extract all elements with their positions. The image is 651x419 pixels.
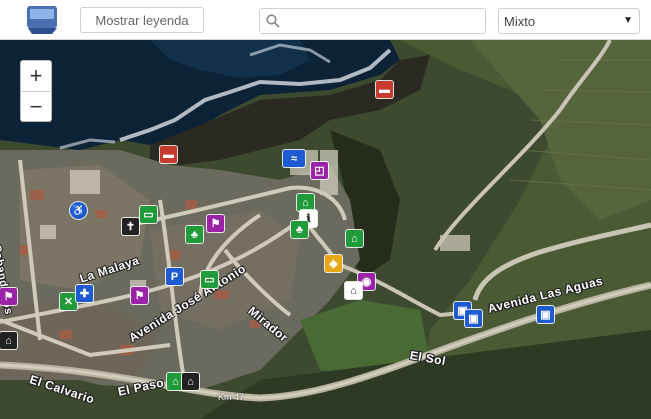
zoom-out-button[interactable]: − [21,92,51,122]
zoom-control: + − [20,60,52,122]
bus-stop-poi-icon[interactable]: ▣ [465,310,482,327]
restaurant-poi-icon[interactable]: ▬ [376,81,393,98]
map-type-select[interactable]: Mixto ▼ [498,8,640,34]
bus-stop-poi-icon[interactable]: ▣ [537,306,554,323]
app-logo[interactable] [24,2,60,36]
map-type-value: Mixto [504,14,536,29]
market-poi-icon[interactable]: ⌂ [297,194,314,211]
show-legend-button[interactable]: Mostrar leyenda [80,7,204,33]
parking-poi-icon[interactable]: P [166,268,183,285]
sport-poi-icon[interactable]: ⚑ [0,288,17,305]
search-box[interactable] [259,8,486,34]
taxi-poi-icon[interactable]: ▭ [201,271,218,288]
camera-poi-icon[interactable]: ◈ [325,255,342,272]
museum-poi-icon[interactable]: ⌂ [345,282,362,299]
road-km-marker: Km 47 [218,392,245,402]
map-view[interactable]: Los Sabandeños La Malaya Avenida José An… [0,40,651,419]
church-poi-icon[interactable]: ⌂ [0,332,17,349]
search-input[interactable] [286,11,484,33]
sport-poi-icon[interactable]: ⚑ [207,215,224,232]
park-poi-icon[interactable]: ♣ [291,221,308,238]
pharmacy-poi-icon[interactable]: ✚ [76,285,93,302]
top-toolbar: Mostrar leyenda Mixto ▼ [0,0,651,40]
shop-poi-icon[interactable]: ◰ [311,162,328,179]
zoom-in-button[interactable]: + [21,61,51,92]
church-poi-icon[interactable]: ✝ [122,218,139,235]
pool-poi-icon[interactable]: ≈ [283,150,305,167]
church-poi-icon[interactable]: ⌂ [182,373,199,390]
satellite-imagery [0,40,651,419]
restaurant-poi-icon[interactable]: ▬ [160,146,177,163]
sport-poi-icon[interactable]: ⚑ [131,287,148,304]
hiking-poi-icon[interactable]: ♿ [70,202,87,219]
chevron-down-icon: ▼ [623,15,633,26]
search-icon [266,14,280,28]
taxi-poi-icon[interactable]: ▭ [140,206,157,223]
recycle-poi-icon[interactable]: ✕ [60,293,77,310]
park-poi-icon[interactable]: ♣ [186,226,203,243]
market-poi-icon[interactable]: ⌂ [346,230,363,247]
